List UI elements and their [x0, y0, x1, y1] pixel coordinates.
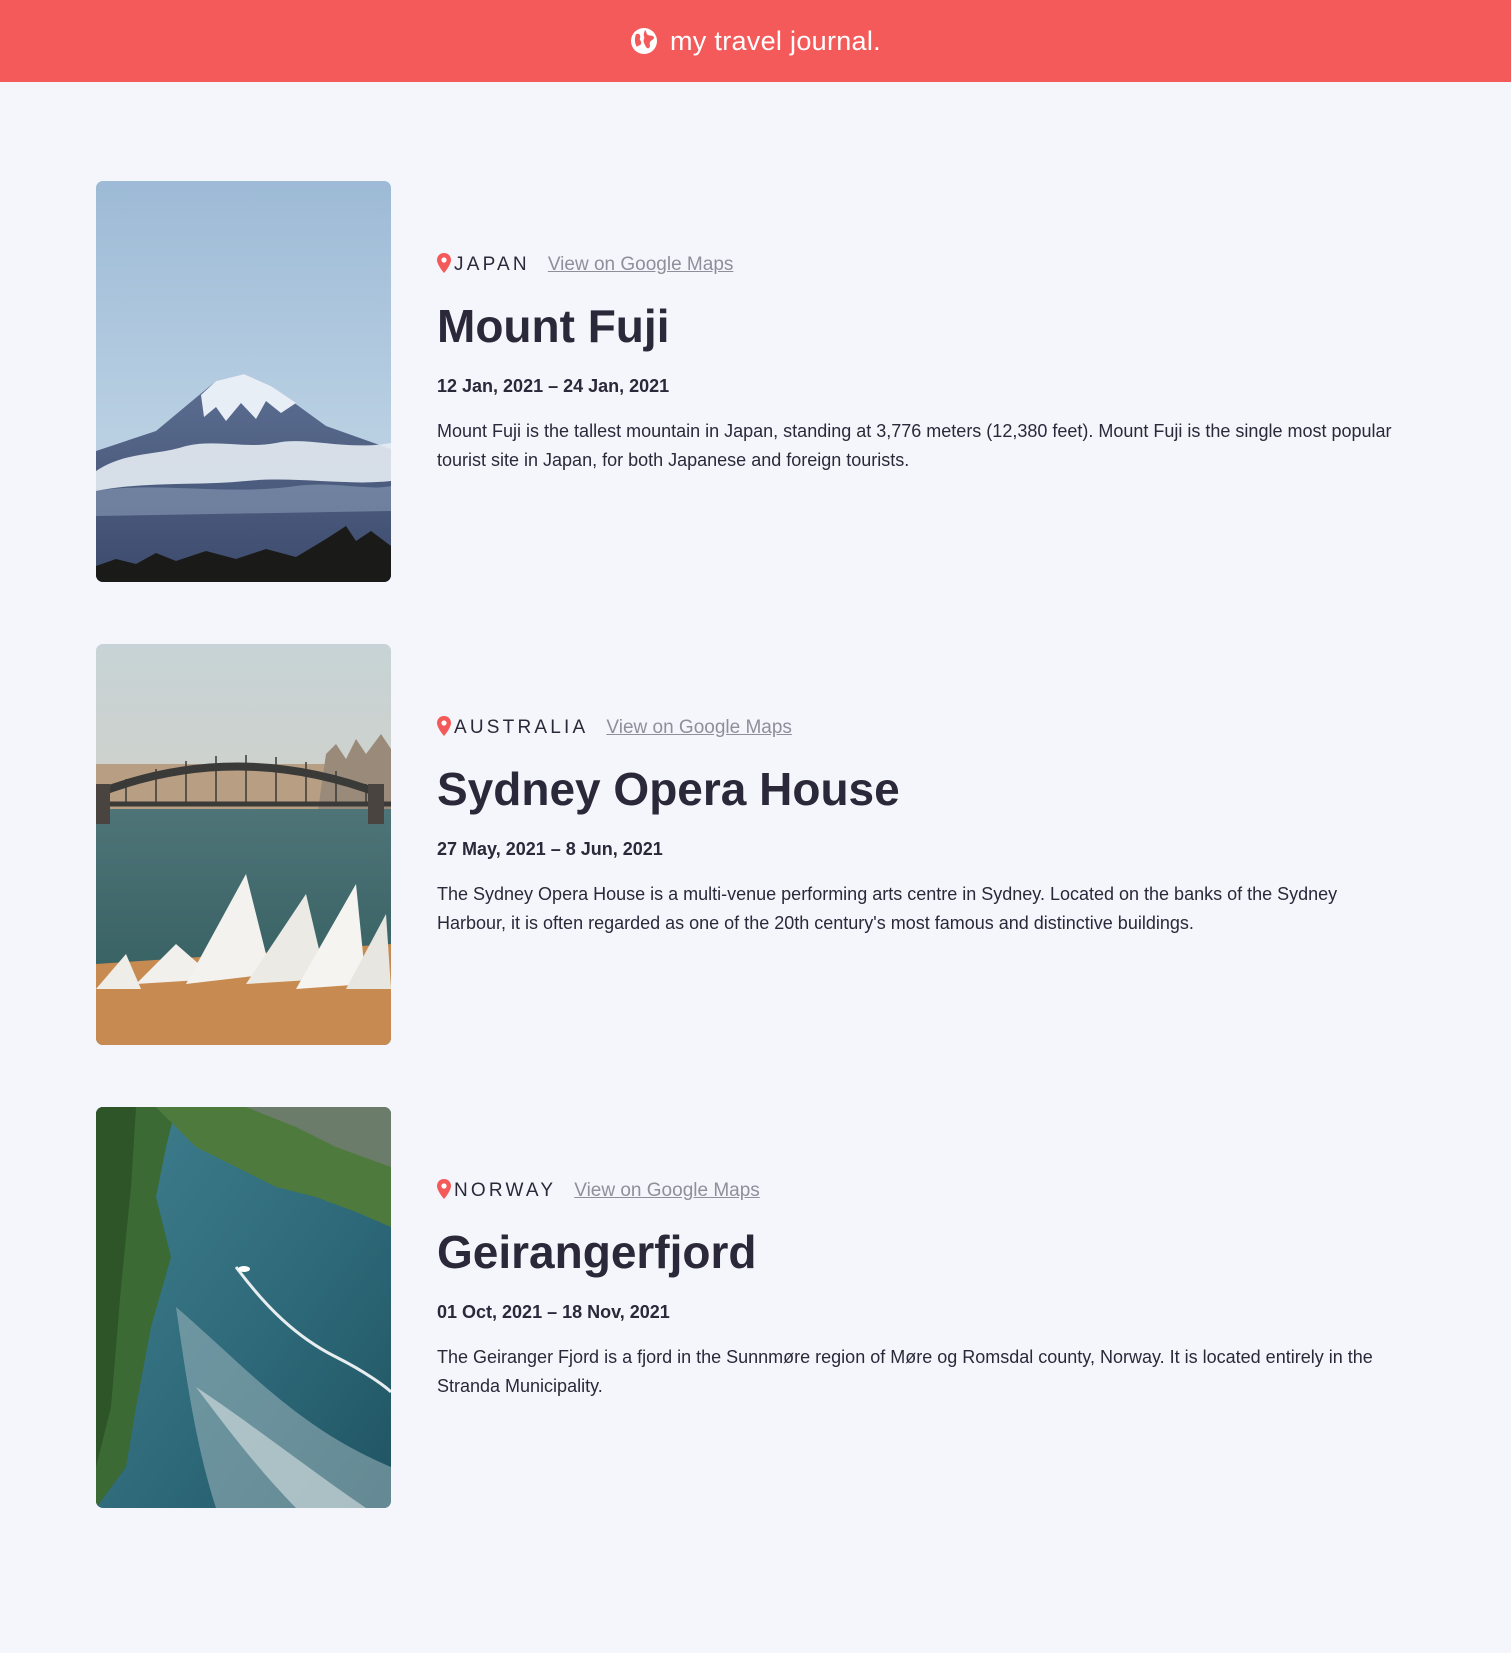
location-pin-icon: [437, 1179, 451, 1199]
entry-title: Mount Fuji: [437, 300, 670, 352]
entry-description: Mount Fuji is the tallest mountain in Ja…: [437, 421, 1392, 471]
location-pin-icon: [437, 253, 451, 273]
google-maps-link[interactable]: View on Google Maps: [606, 717, 792, 739]
entry-country: AUSTRALIA: [454, 717, 589, 738]
entry-title: Sydney Opera House: [437, 763, 900, 815]
entry-description: The Sydney Opera House is a multi-venue …: [437, 884, 1338, 934]
google-maps-link[interactable]: View on Google Maps: [548, 254, 734, 276]
entry-dates: 01 Oct, 2021 – 18 Nov, 2021: [437, 1302, 670, 1323]
entry-info: JAPAN View on Google Maps Mount Fuji 12 …: [437, 181, 1402, 582]
entry-dates: 12 Jan, 2021 – 24 Jan, 2021: [437, 376, 670, 397]
entry-dates: 27 May, 2021 – 8 Jun, 2021: [437, 839, 663, 860]
location-pin-icon: [437, 716, 451, 736]
entry-info: NORWAY View on Google Maps Geirangerfjor…: [437, 1107, 1402, 1508]
entry-country: JAPAN: [454, 254, 530, 275]
journal-entry: AUSTRALIA View on Google Maps Sydney Ope…: [96, 644, 1426, 1045]
journal-entries: JAPAN View on Google Maps Mount Fuji 12 …: [96, 181, 1426, 1570]
entry-country: NORWAY: [454, 1180, 557, 1201]
location-row: JAPAN View on Google Maps: [437, 253, 1402, 277]
sydney-opera-house-photo: [96, 644, 391, 1045]
google-maps-link[interactable]: View on Google Maps: [574, 1180, 760, 1202]
entry-description: The Geiranger Fjord is a fjord in the Su…: [437, 1347, 1373, 1397]
app-title: my travel journal.: [670, 25, 881, 56]
navbar: my travel journal.: [0, 0, 1511, 82]
entry-info: AUSTRALIA View on Google Maps Sydney Ope…: [437, 644, 1402, 1045]
mount-fuji-photo: [96, 181, 391, 582]
journal-entry: JAPAN View on Google Maps Mount Fuji 12 …: [96, 181, 1426, 582]
geirangerfjord-photo: [96, 1107, 391, 1508]
entry-title: Geirangerfjord: [437, 1226, 757, 1278]
location-row: AUSTRALIA View on Google Maps: [437, 716, 1402, 740]
location-row: NORWAY View on Google Maps: [437, 1179, 1402, 1203]
globe-icon: [630, 27, 658, 55]
journal-entry: NORWAY View on Google Maps Geirangerfjor…: [96, 1107, 1426, 1508]
